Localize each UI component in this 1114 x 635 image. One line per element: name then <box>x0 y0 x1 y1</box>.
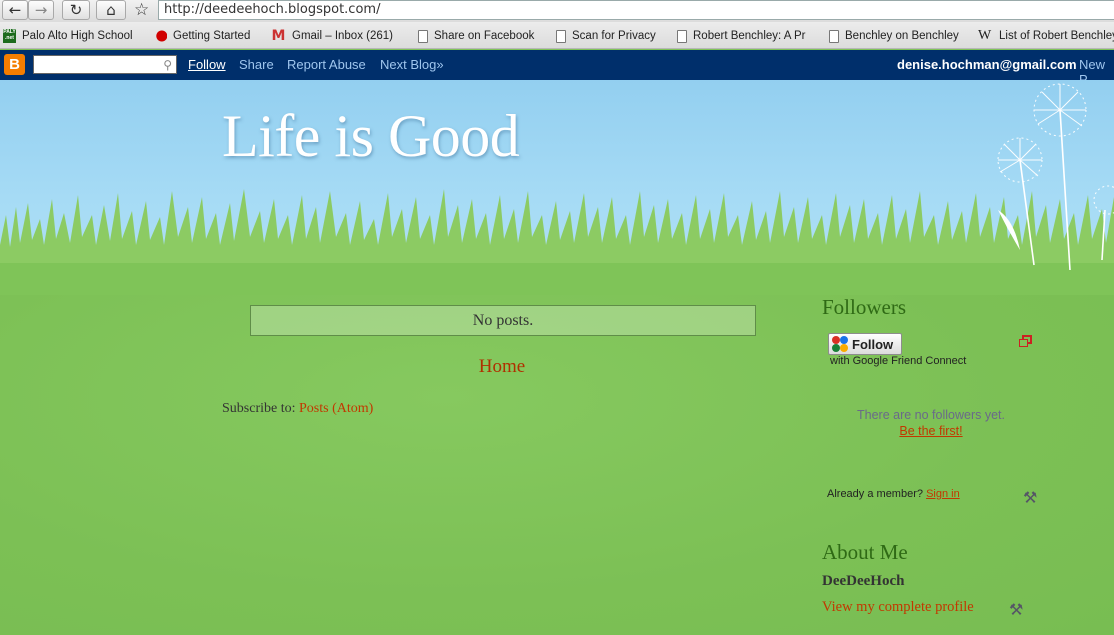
navbar-report-abuse-link[interactable]: Report Abuse <box>287 57 366 72</box>
navbar-follow-link[interactable]: Follow <box>188 57 226 72</box>
followers-title: Followers <box>822 295 906 319</box>
bookmark-benchley-a-pr[interactable]: Robert Benchley: A Pr <box>677 27 806 45</box>
subscribe-line: Subscribe to: Posts (Atom) <box>222 401 374 416</box>
blogger-logo-icon[interactable]: B <box>4 54 25 75</box>
gmail-icon: M <box>271 28 286 44</box>
page-icon <box>556 29 566 43</box>
bookmark-getting-started[interactable]: Getting Started <box>154 27 250 45</box>
edit-widget-icon[interactable]: ⚒ <box>1023 488 1037 507</box>
be-the-first-link[interactable]: Be the first! <box>818 424 1044 438</box>
about-me-title: About Me <box>822 540 908 564</box>
search-icon[interactable]: ⚲ <box>163 57 172 73</box>
bookmarks-bar: PALY .net Palo Alto High School Getting S… <box>0 22 1114 49</box>
wikipedia-icon: W <box>978 28 992 43</box>
page-icon <box>418 29 428 43</box>
navbar-user-email: denise.hochman@gmail.com <box>897 57 1077 72</box>
no-posts-message: No posts. <box>250 305 756 336</box>
bookmark-palo-alto[interactable]: PALY .net Palo Alto High School <box>3 27 133 45</box>
gfc-caption: with Google Friend Connect <box>830 355 967 367</box>
bookmark-gmail[interactable]: M Gmail – Inbox (261) <box>271 27 393 45</box>
blogger-navbar: B ⚲ Follow Share Report Abuse Next Blog»… <box>0 50 1114 87</box>
home-icon[interactable]: ⌂ <box>96 0 126 20</box>
already-member-line: Already a member? Sign in <box>827 488 960 500</box>
view-profile-link[interactable]: View my complete profile <box>822 599 974 616</box>
bookmark-share-facebook[interactable]: Share on Facebook <box>418 27 534 45</box>
bookmark-list-benchley[interactable]: W List of Robert Benchley <box>978 27 1114 45</box>
blog-content: No posts. Home Subscribe to: Posts (Atom… <box>0 295 1114 635</box>
blog-search-input[interactable]: ⚲ <box>33 55 177 74</box>
posts-atom-link[interactable]: Posts (Atom) <box>299 401 373 416</box>
page-icon <box>677 29 687 43</box>
grass-decoration <box>0 189 1114 295</box>
paly-icon: PALY .net <box>3 29 16 43</box>
address-bar[interactable]: http://deedeehoch.blogspot.com/ <box>158 0 1114 20</box>
dandelion-decoration <box>997 83 1114 271</box>
forward-arrow-icon[interactable]: → <box>28 0 54 20</box>
browser-toolbar: ← → ↻ ⌂ ☆ http://deedeehoch.blogspot.com… <box>0 0 1114 22</box>
firefox-icon <box>154 29 167 43</box>
bookmark-benchley-on-benchley[interactable]: Benchley on Benchley <box>829 27 959 45</box>
navbar-next-blog-link[interactable]: Next Blog» <box>380 57 444 72</box>
bookmark-scan-privacy[interactable]: Scan for Privacy <box>556 27 656 45</box>
google-friend-connect-icon <box>832 336 848 352</box>
sign-in-link[interactable]: Sign in <box>926 488 960 500</box>
no-followers-message: There are no followers yet. <box>857 408 1005 422</box>
back-arrow-icon[interactable]: ← <box>2 0 28 20</box>
navbar-share-link[interactable]: Share <box>239 57 274 72</box>
blog-header: Life is Good <box>0 80 1114 295</box>
reload-icon[interactable]: ↻ <box>62 0 90 20</box>
popout-icon[interactable] <box>1019 335 1032 347</box>
profile-name: DeeDeeHoch <box>822 573 905 589</box>
blog-title[interactable]: Life is Good <box>222 102 520 171</box>
bookmark-star-icon[interactable]: ☆ <box>134 0 149 20</box>
edit-widget-icon[interactable]: ⚒ <box>1009 600 1023 619</box>
follow-button[interactable]: Follow <box>828 333 902 355</box>
page-icon <box>829 29 839 43</box>
